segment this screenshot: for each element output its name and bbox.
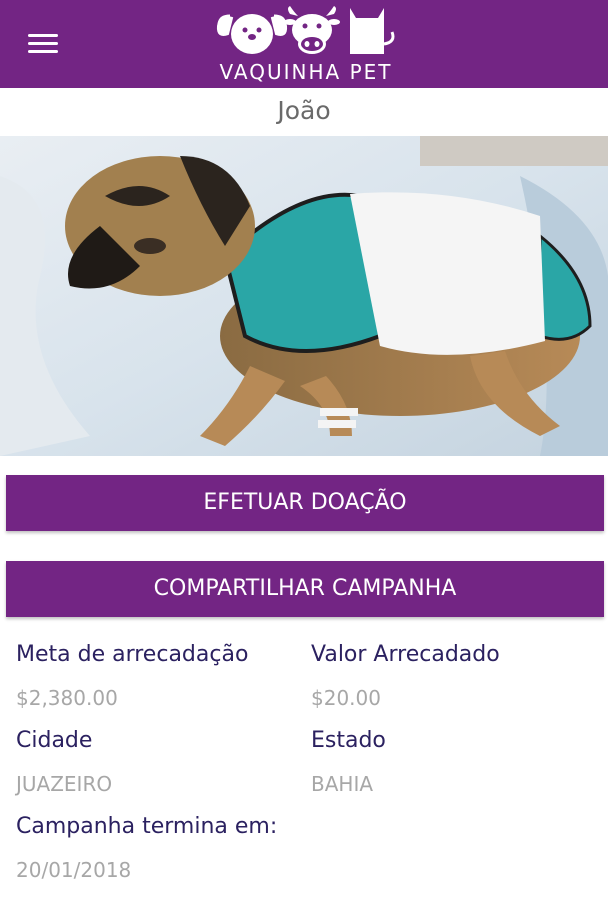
city-value: JUAZEIRO xyxy=(16,772,113,796)
menu-line xyxy=(28,34,58,37)
menu-line xyxy=(28,50,58,53)
share-campaign-button[interactable]: COMPARTILHAR CAMPANHA xyxy=(6,561,604,617)
state-value: BAHIA xyxy=(311,772,374,796)
animal-heads-logo-icon xyxy=(216,6,395,54)
app-header: VAQUINHA PET xyxy=(0,0,608,88)
raised-label: Valor Arrecadado xyxy=(311,642,500,667)
cat-icon xyxy=(350,8,395,54)
donate-button[interactable]: EFETUAR DOAÇÃO xyxy=(6,475,604,531)
raised-value: $20.00 xyxy=(311,686,381,710)
goal-label: Meta de arrecadação xyxy=(16,642,249,667)
campaign-end-label: Campanha termina em: xyxy=(16,814,278,839)
dog-photo xyxy=(0,136,608,456)
state-label: Estado xyxy=(311,728,386,753)
goal-value: $2,380.00 xyxy=(16,686,118,710)
dog-head-icon xyxy=(216,14,288,54)
campaign-photo xyxy=(0,136,608,456)
vaquinha-pet-logo: VAQUINHA PET xyxy=(214,4,398,86)
hamburger-menu-icon[interactable] xyxy=(26,30,60,56)
cow-head-icon xyxy=(284,6,340,54)
campaign-end-value: 20/01/2018 xyxy=(16,858,132,882)
city-label: Cidade xyxy=(16,728,93,753)
menu-line xyxy=(28,42,58,45)
pet-name-title: João xyxy=(277,96,331,125)
logo-text: VAQUINHA PET xyxy=(219,60,393,84)
